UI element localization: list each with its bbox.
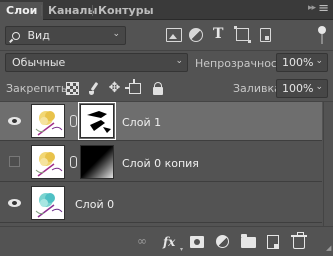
layer-style-fx-icon[interactable]: fx (163, 235, 179, 249)
bottom-toolbar: ∞ fx (0, 226, 333, 256)
chevron-down-icon: ⌄ (315, 82, 323, 92)
fx-menu-indicator-icon: ▾ (180, 246, 184, 253)
tab-bar: Слои Каналы Контуры ▸▸ ≡ (0, 0, 333, 20)
flower-thumbnail-icon (32, 146, 64, 178)
lock-transparent-pixels-icon[interactable] (66, 82, 79, 95)
flower-thumbnail-icon (32, 105, 64, 137)
chevron-down-icon: ⌄ (112, 29, 120, 39)
filter-toggle[interactable] (318, 26, 326, 44)
add-mask-icon[interactable] (190, 236, 204, 248)
layers-list: Слой 1 Слой 0 копия Слой 0 (0, 102, 322, 226)
type-filter-icon[interactable]: T (213, 27, 229, 41)
new-layer-icon[interactable] (267, 235, 279, 249)
layer-thumbnail[interactable] (31, 186, 65, 220)
opacity-value: 100% (282, 56, 314, 69)
filter-kind-select[interactable]: Вид ⌄ (5, 26, 126, 45)
chevron-down-icon: ⌄ (315, 56, 323, 66)
layer-name[interactable]: Слой 0 копия (122, 157, 199, 170)
new-adjustment-layer-icon[interactable] (216, 235, 229, 248)
teal-flower-thumbnail-icon (32, 187, 64, 219)
smart-object-filter-icon[interactable] (260, 28, 271, 42)
lock-all-icon[interactable] (153, 82, 163, 95)
lock-artboard-icon[interactable] (125, 79, 141, 94)
fill-value: 100% (282, 82, 314, 95)
blend-row: Обычные ⌄ Непрозрачность: 100% ⌄ (0, 51, 333, 75)
fill-field[interactable]: 100% ⌄ (276, 79, 328, 98)
delete-layer-icon[interactable] (291, 232, 307, 249)
chevron-down-icon: ⌄ (175, 56, 183, 66)
link-layers-icon[interactable]: ∞ (137, 235, 151, 249)
link-mask-icon[interactable] (70, 115, 77, 127)
layer-mask-thumbnail[interactable] (80, 145, 114, 179)
collapse-panel-icon[interactable]: ▸▸ (308, 3, 316, 13)
image-filter-icon[interactable] (166, 28, 182, 42)
tab-layers[interactable]: Слои (0, 2, 44, 20)
layer-thumbnail[interactable] (31, 104, 65, 138)
lock-image-pixels-icon[interactable] (88, 82, 101, 95)
layer-thumbnail[interactable] (31, 145, 65, 179)
layer-row[interactable]: Слой 1 (0, 102, 322, 141)
layers-scrollbar[interactable] (323, 102, 333, 226)
filter-row: Вид ⌄ T (0, 20, 333, 50)
layer-name[interactable]: Слой 0 (75, 198, 114, 211)
opacity-field[interactable]: 100% ⌄ (276, 53, 328, 72)
toggle-knob (318, 26, 326, 34)
new-group-icon[interactable] (241, 234, 256, 248)
blend-mode-select[interactable]: Обычные ⌄ (5, 53, 188, 72)
layer-mask-thumbnail[interactable] (78, 102, 116, 140)
layer-row[interactable]: Слой 0 (0, 184, 322, 223)
shape-filter-icon[interactable] (234, 26, 251, 43)
lock-position-icon[interactable]: ✥ (108, 81, 121, 95)
adjustment-filter-icon[interactable] (189, 28, 203, 42)
resize-grip-icon[interactable]: ◢ (326, 244, 331, 252)
visibility-eye-icon[interactable] (8, 199, 21, 207)
lock-label: Закрепить: (6, 82, 72, 95)
filter-kind-label: Вид (27, 29, 50, 42)
layer-row[interactable]: Слой 0 копия (0, 143, 322, 182)
layers-panel: Слои Каналы Контуры ▸▸ ≡ Вид ⌄ T Обычные… (0, 0, 333, 256)
layer-name[interactable]: Слой 1 (122, 116, 161, 129)
mask-thumbnail-icon (81, 105, 113, 137)
panel-menu-icon[interactable]: ≡ (318, 1, 329, 16)
link-mask-icon[interactable] (70, 156, 77, 168)
gradient-mask-icon (81, 146, 113, 178)
search-icon (12, 32, 20, 40)
blend-mode-value: Обычные (12, 56, 66, 69)
visibility-off-box[interactable] (9, 156, 20, 167)
visibility-eye-icon[interactable] (8, 117, 21, 125)
tab-paths[interactable]: Контуры (92, 2, 160, 20)
toggle-track (321, 34, 323, 44)
lock-row: Закрепить: ✥ Заливка: 100% ⌄ (0, 77, 333, 101)
